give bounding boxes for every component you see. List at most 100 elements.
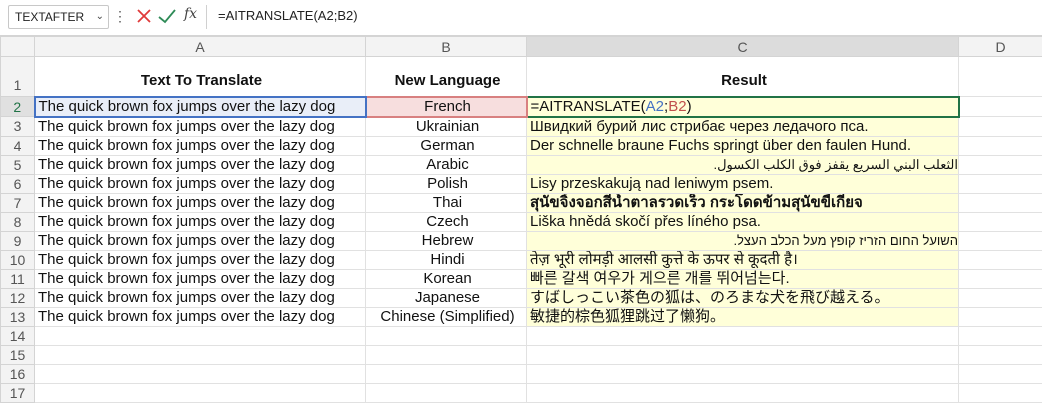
empty-cell[interactable] [958, 325, 1042, 346]
cell-c2-editing[interactable]: =AITRANSLATE(A2;B2) [525, 95, 960, 118]
row-header[interactable]: 10 [0, 249, 35, 270]
cell-d[interactable] [958, 135, 1042, 156]
result-cell[interactable]: तेज़ भूरी लोमड़ी आलसी कुत्ते के ऊपर से क… [526, 249, 959, 270]
check-icon[interactable] [157, 5, 177, 27]
language-cell[interactable]: Czech [365, 211, 527, 232]
header-new-language[interactable]: New Language [365, 56, 527, 97]
row-header[interactable]: 7 [0, 192, 35, 213]
empty-cell[interactable] [34, 344, 366, 365]
row-header[interactable]: 5 [0, 154, 35, 175]
language-cell[interactable]: Japanese [365, 287, 527, 308]
x-icon[interactable] [135, 5, 153, 27]
chevron-down-icon[interactable]: ⌄ [96, 6, 104, 28]
cell-d[interactable] [958, 211, 1042, 232]
formula-ref-b2[interactable]: B2 [668, 99, 686, 115]
column-header-b[interactable]: B [365, 36, 527, 57]
empty-cell[interactable] [526, 325, 959, 346]
name-box[interactable]: TEXTAFTER ⌄ [8, 5, 109, 29]
result-cell[interactable]: Liška hnědá skočí přes líného psa. [526, 211, 959, 232]
text-cell[interactable]: The quick brown fox jumps over the lazy … [34, 154, 366, 175]
cell-d[interactable] [958, 192, 1042, 213]
row-header[interactable]: 6 [0, 173, 35, 194]
row-header[interactable]: 9 [0, 230, 35, 251]
more-options-icon[interactable]: ⋮ [113, 8, 127, 24]
cell-d[interactable] [958, 116, 1042, 137]
language-cell[interactable]: Arabic [365, 154, 527, 175]
cell-a2[interactable]: The quick brown fox jumps over the lazy … [33, 95, 367, 118]
result-cell[interactable]: השועל החום הזריז קופץ מעל הכלב העצל. [526, 230, 959, 251]
result-cell[interactable]: สุนัขจิ้งจอกสีน้ำตาลรวดเร็ว กระโดดข้ามสุ… [526, 192, 959, 213]
cell-d1[interactable] [958, 56, 1042, 97]
column-header-d[interactable]: D [958, 36, 1042, 57]
result-cell[interactable]: الثعلب البني السريع يقفز فوق الكلب الكسو… [526, 154, 959, 175]
empty-cell[interactable] [34, 325, 366, 346]
row-header[interactable]: 4 [0, 135, 35, 156]
cell-d[interactable] [958, 287, 1042, 308]
row-header[interactable]: 17 [0, 382, 35, 403]
row-header[interactable]: 14 [0, 325, 35, 346]
empty-cell[interactable] [958, 344, 1042, 365]
row-header[interactable]: 2 [0, 96, 35, 117]
formula-ref-a2[interactable]: A2 [646, 99, 664, 115]
row-header[interactable]: 8 [0, 211, 35, 232]
empty-cell[interactable] [365, 344, 527, 365]
formula-input[interactable]: =AITRANSLATE(A2;B2) [218, 6, 358, 26]
column-header-c[interactable]: C [526, 36, 959, 57]
empty-cell[interactable] [365, 382, 527, 403]
result-cell[interactable]: Lisy przeskakują nad leniwym psem. [526, 173, 959, 194]
row-header[interactable]: 12 [0, 287, 35, 308]
language-cell[interactable]: Chinese (Simplified) [365, 306, 527, 327]
empty-cell[interactable] [526, 382, 959, 403]
language-cell[interactable]: Ukrainian [365, 116, 527, 137]
text-cell[interactable]: The quick brown fox jumps over the lazy … [34, 173, 366, 194]
text-cell[interactable]: The quick brown fox jumps over the lazy … [34, 268, 366, 289]
result-cell[interactable]: すばしっこい茶色の狐は、のろまな犬を飛び越える。 [526, 287, 959, 308]
empty-cell[interactable] [526, 344, 959, 365]
cell-d[interactable] [958, 173, 1042, 194]
empty-cell[interactable] [958, 363, 1042, 384]
cell-b2[interactable]: French [364, 95, 528, 118]
empty-cell[interactable] [526, 363, 959, 384]
language-cell[interactable]: Thai [365, 192, 527, 213]
text-cell[interactable]: The quick brown fox jumps over the lazy … [34, 306, 366, 327]
row-header[interactable]: 15 [0, 344, 35, 365]
text-cell[interactable]: The quick brown fox jumps over the lazy … [34, 211, 366, 232]
cell-d[interactable] [958, 249, 1042, 270]
spreadsheet-grid: A B C D 1 Text To Translate New Language… [0, 36, 1042, 403]
language-cell[interactable]: Hindi [365, 249, 527, 270]
text-cell[interactable]: The quick brown fox jumps over the lazy … [34, 116, 366, 137]
text-cell[interactable]: The quick brown fox jumps over the lazy … [34, 135, 366, 156]
cell-d[interactable] [958, 306, 1042, 327]
empty-cell[interactable] [365, 325, 527, 346]
language-cell[interactable]: German [365, 135, 527, 156]
header-text-to-translate[interactable]: Text To Translate [34, 56, 366, 97]
row-header[interactable]: 3 [0, 116, 35, 137]
row-header[interactable]: 11 [0, 268, 35, 289]
row-header[interactable]: 13 [0, 306, 35, 327]
result-cell[interactable]: Швидкий бурий лис стрибає через ледачого… [526, 116, 959, 137]
cell-d[interactable] [958, 230, 1042, 251]
language-cell[interactable]: Hebrew [365, 230, 527, 251]
text-cell[interactable]: The quick brown fox jumps over the lazy … [34, 249, 366, 270]
empty-cell[interactable] [958, 382, 1042, 403]
row-header[interactable]: 16 [0, 363, 35, 384]
text-cell[interactable]: The quick brown fox jumps over the lazy … [34, 230, 366, 251]
insert-function-icon[interactable]: fx [184, 6, 197, 22]
result-cell[interactable]: 敏捷的棕色狐狸跳过了懒狗。 [526, 306, 959, 327]
result-cell[interactable]: Der schnelle braune Fuchs springt über d… [526, 135, 959, 156]
header-result[interactable]: Result [526, 56, 959, 97]
cell-d[interactable] [958, 154, 1042, 175]
text-cell[interactable]: The quick brown fox jumps over the lazy … [34, 287, 366, 308]
text-cell[interactable]: The quick brown fox jumps over the lazy … [34, 192, 366, 213]
select-all-corner[interactable] [0, 36, 35, 57]
empty-cell[interactable] [365, 363, 527, 384]
cell-d[interactable] [958, 268, 1042, 289]
language-cell[interactable]: Polish [365, 173, 527, 194]
language-cell[interactable]: Korean [365, 268, 527, 289]
empty-cell[interactable] [34, 382, 366, 403]
result-cell[interactable]: 빠른 갈색 여우가 게으른 개를 뛰어넘는다. [526, 268, 959, 289]
column-header-a[interactable]: A [34, 36, 366, 57]
row-header[interactable]: 1 [0, 56, 35, 97]
cell-d2[interactable] [958, 96, 1042, 117]
empty-cell[interactable] [34, 363, 366, 384]
